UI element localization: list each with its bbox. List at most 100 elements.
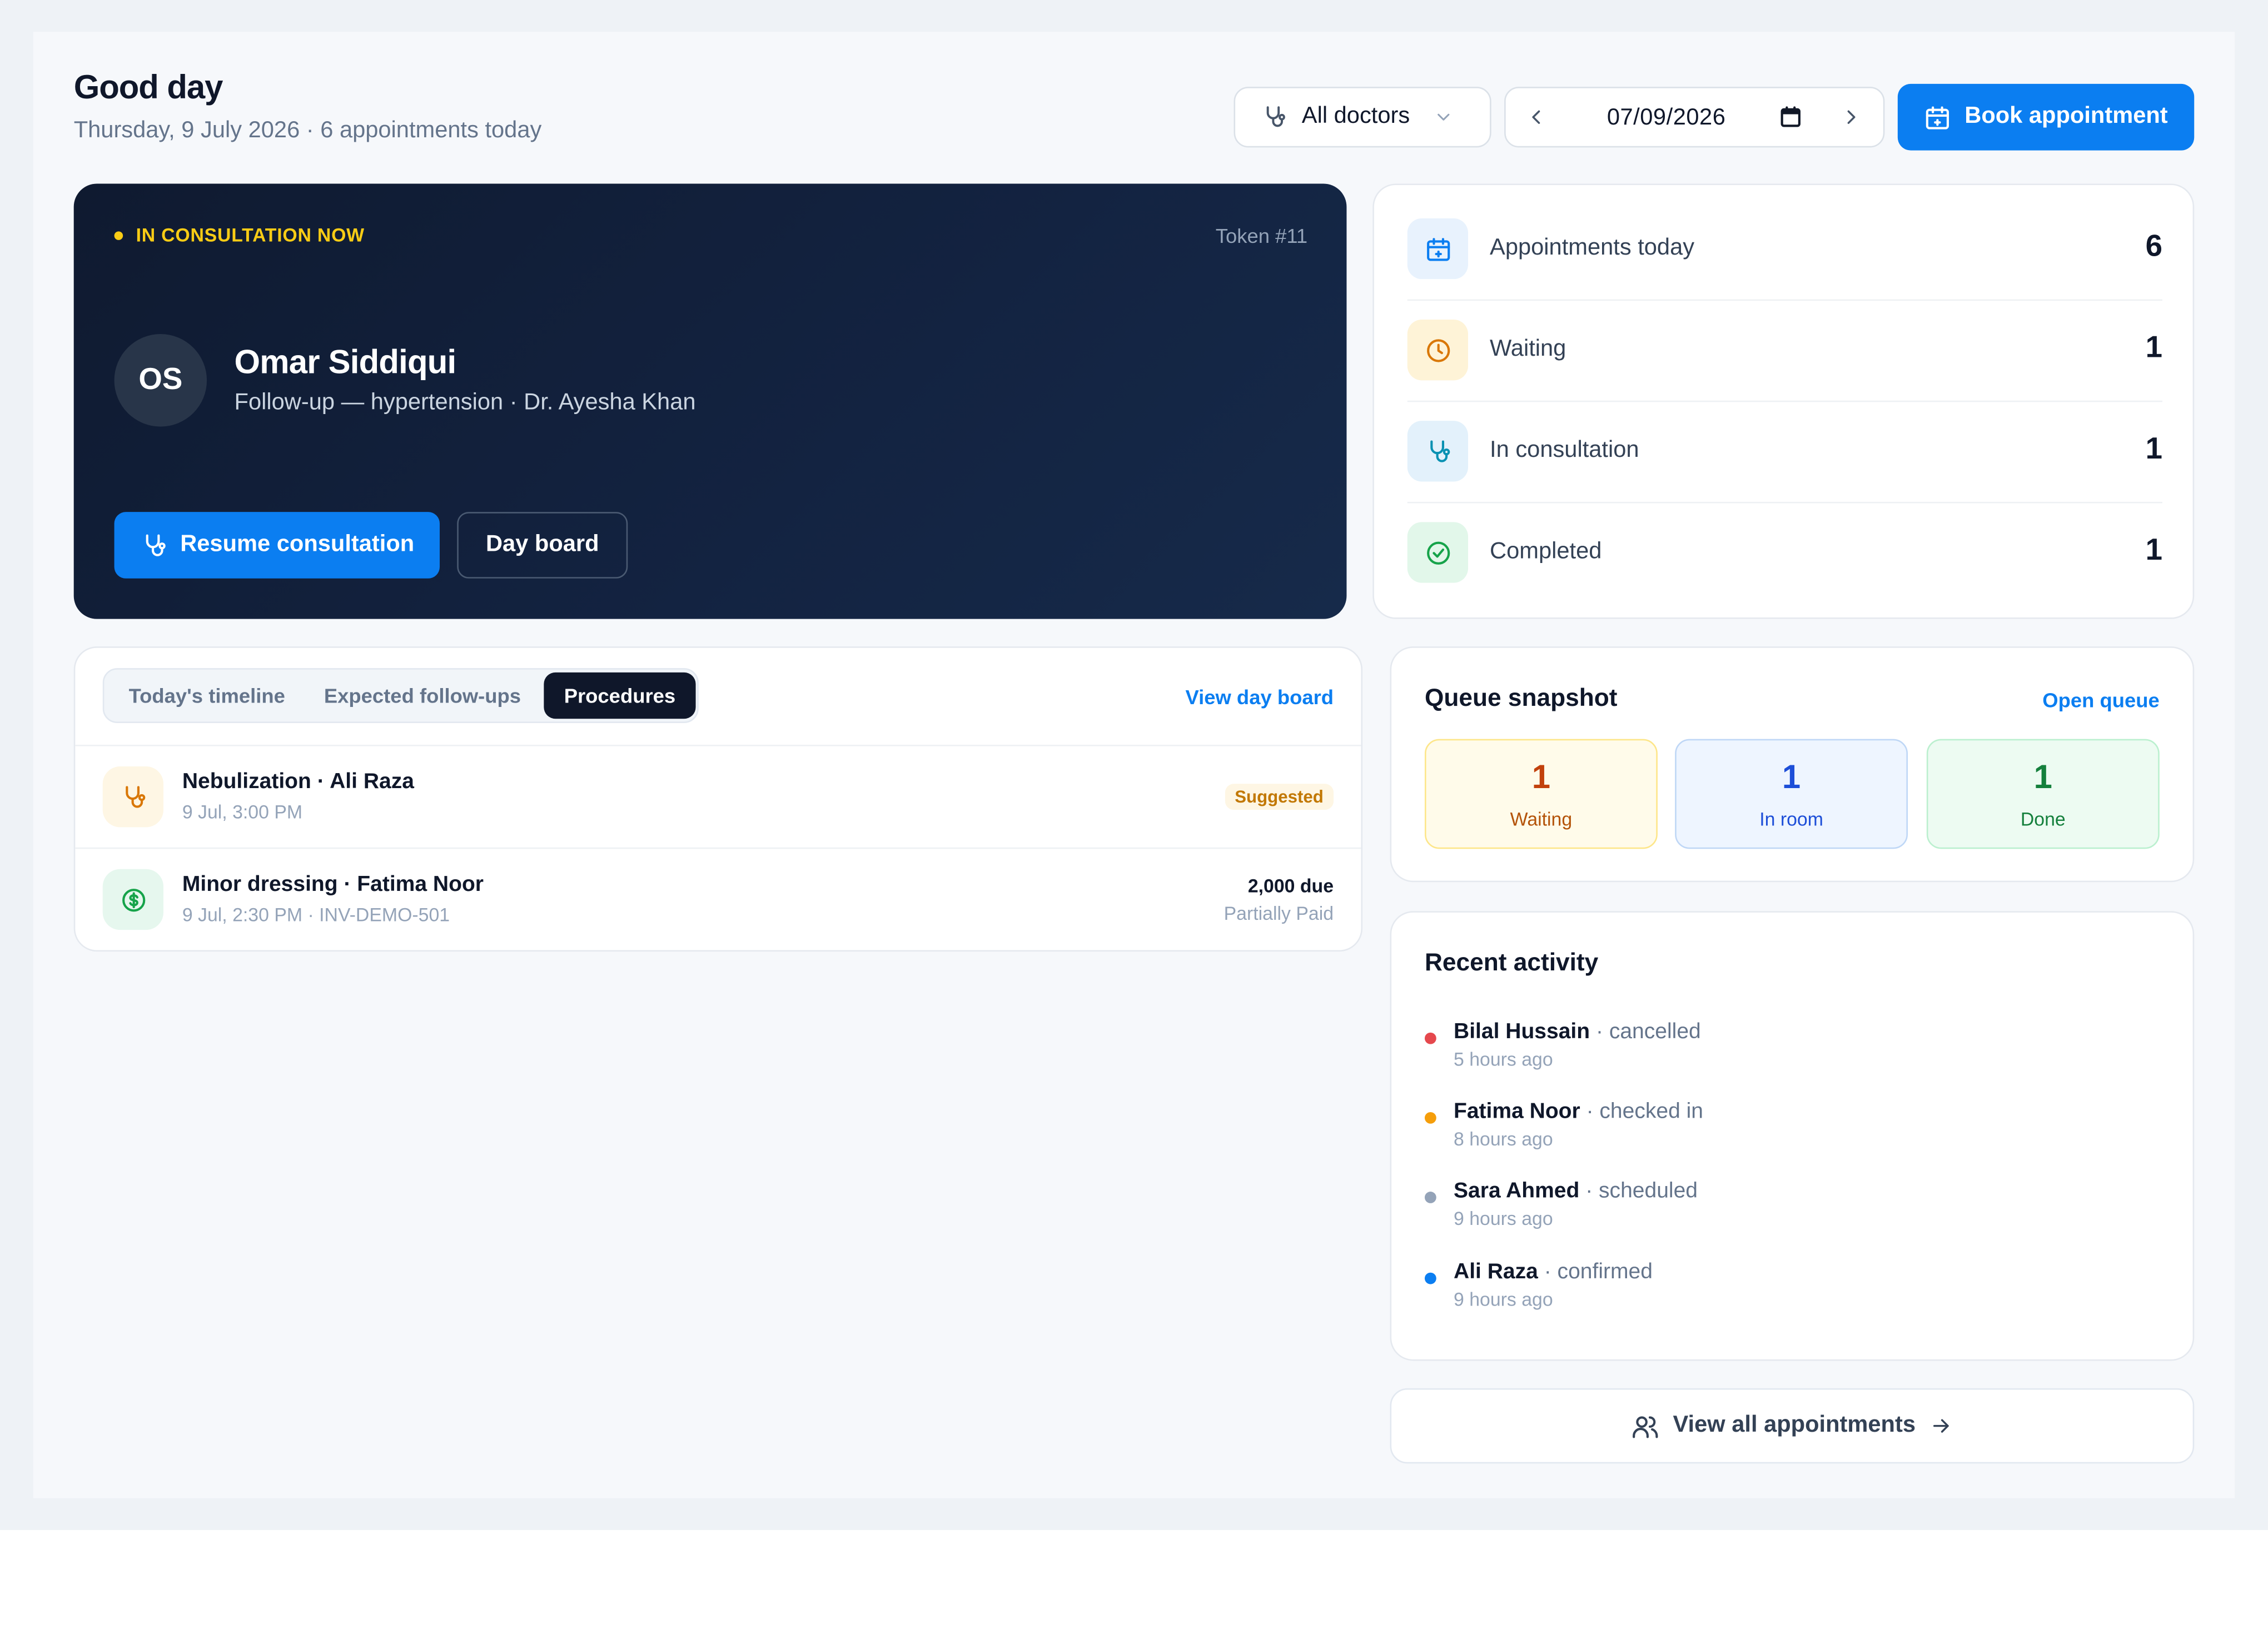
stat-row-waiting: Waiting 1 bbox=[1407, 300, 2162, 402]
chevron-left-icon[interactable] bbox=[1525, 106, 1548, 129]
queue-count: 1 bbox=[1782, 758, 1801, 796]
activity-action: · confirmed bbox=[1544, 1259, 1653, 1284]
status-dot bbox=[1424, 1272, 1436, 1284]
date-value: 07/09/2026 bbox=[1606, 105, 1726, 131]
procedures-card: Today's timeline Expected follow-ups Pro… bbox=[73, 646, 1363, 952]
stethoscope-icon bbox=[1261, 104, 1287, 130]
status-dot bbox=[1424, 1032, 1436, 1044]
chevron-right-icon[interactable] bbox=[1840, 106, 1863, 129]
status-dot bbox=[1424, 1192, 1436, 1203]
activity-time: 5 hours ago bbox=[1454, 1048, 1553, 1070]
list-item[interactable]: Minor dressing · Fatima Noor 9 Jul, 2:30… bbox=[75, 847, 1361, 951]
activity-name: Bilal Hussain bbox=[1454, 1019, 1590, 1044]
procedure-time: 9 Jul, 3:00 PM bbox=[182, 801, 303, 823]
status-dot bbox=[1424, 1112, 1436, 1124]
users-icon bbox=[1631, 1412, 1658, 1439]
recent-activity-card: Recent activity Bilal Hussain · cancelle… bbox=[1390, 911, 2195, 1361]
activity-time: 9 hours ago bbox=[1454, 1207, 1553, 1229]
consultation-detail: Follow-up — hypertension · Dr. Ayesha Kh… bbox=[234, 390, 696, 415]
activity-line: Fatima Noor · checked in bbox=[1454, 1099, 1703, 1124]
resume-consultation-label: Resume consultation bbox=[180, 532, 415, 557]
tab-bar: Today's timeline Expected follow-ups Pro… bbox=[102, 668, 699, 723]
status-badge: Suggested bbox=[1224, 784, 1334, 810]
calendar-plus-icon bbox=[1407, 218, 1469, 280]
stethoscope-icon bbox=[140, 531, 167, 559]
queue-label: Done bbox=[2020, 808, 2066, 830]
stat-value: 1 bbox=[2145, 534, 2162, 567]
activity-action: · scheduled bbox=[1585, 1178, 1698, 1203]
activity-line: Bilal Hussain · cancelled bbox=[1454, 1019, 1701, 1044]
queue-title: Queue snapshot bbox=[1424, 684, 1618, 712]
token-number: Token #11 bbox=[1215, 224, 1308, 247]
queue-box-in-room: 1 In room bbox=[1675, 739, 1908, 849]
stat-row-in-consultation: In consultation 1 bbox=[1407, 401, 2162, 504]
resume-consultation-button[interactable]: Resume consultation bbox=[114, 512, 440, 579]
view-all-appointments-button[interactable]: View all appointments bbox=[1390, 1388, 2195, 1464]
arrow-right-icon bbox=[1930, 1414, 1953, 1438]
stat-value: 6 bbox=[2145, 230, 2162, 263]
current-consultation-card: IN CONSULTATION NOW Token #11 OS Omar Si… bbox=[73, 183, 1347, 619]
activity-name: Fatima Noor bbox=[1454, 1099, 1580, 1124]
procedure-title: Nebulization · Ali Raza bbox=[182, 769, 414, 794]
tab-todays-timeline[interactable]: Today's timeline bbox=[129, 670, 285, 722]
queue-label: In room bbox=[1759, 808, 1823, 830]
app-root: Good day Thursday, 9 July 2026 · 6 appoi… bbox=[0, 0, 2268, 1634]
open-queue-link[interactable]: Open queue bbox=[2042, 689, 2160, 712]
patient-name: Omar Siddiqui bbox=[234, 342, 457, 381]
list-item: Ali Raza · confirmed 9 hours ago bbox=[1424, 1259, 2148, 1317]
date-input[interactable]: 07/09/2026 bbox=[1569, 94, 1829, 143]
queue-label: Waiting bbox=[1510, 808, 1573, 830]
list-item: Bilal Hussain · cancelled 5 hours ago bbox=[1424, 1019, 2148, 1077]
chevron-down-icon bbox=[1433, 107, 1453, 127]
doctor-filter-label: All doctors bbox=[1301, 104, 1410, 129]
page-subtitle: Thursday, 9 July 2026 · 6 appointments t… bbox=[73, 118, 542, 143]
date-picker-group: 07/09/2026 bbox=[1504, 87, 1885, 148]
amount-due: 2,000 due bbox=[1247, 875, 1334, 897]
view-day-board-link[interactable]: View day board bbox=[1185, 685, 1334, 709]
stat-label: In consultation bbox=[1490, 438, 1639, 463]
day-board-button[interactable]: Day board bbox=[457, 512, 628, 579]
stat-label: Completed bbox=[1490, 539, 1602, 564]
queue-snapshot-card: Queue snapshot Open queue 1 Waiting 1 In… bbox=[1390, 646, 2195, 883]
activity-name: Ali Raza bbox=[1454, 1259, 1538, 1284]
activity-line: Ali Raza · confirmed bbox=[1454, 1259, 1653, 1284]
activity-time: 9 hours ago bbox=[1454, 1288, 1553, 1311]
queue-count: 1 bbox=[2033, 758, 2052, 796]
activity-action: · cancelled bbox=[1595, 1019, 1701, 1044]
list-item: Sara Ahmed · scheduled 9 hours ago bbox=[1424, 1179, 2148, 1237]
consultation-status: IN CONSULTATION NOW bbox=[136, 224, 365, 246]
tab-expected-follow-ups[interactable]: Expected follow-ups bbox=[324, 670, 521, 722]
queue-box-done: 1 Done bbox=[1926, 739, 2160, 849]
activity-name: Sara Ahmed bbox=[1454, 1178, 1580, 1203]
stethoscope-icon bbox=[1407, 421, 1469, 482]
tab-procedures[interactable]: Procedures bbox=[544, 672, 696, 719]
queue-count: 1 bbox=[1531, 758, 1551, 796]
avatar: OS bbox=[114, 334, 207, 427]
payment-status: Partially Paid bbox=[1223, 902, 1334, 924]
page-title: Good day bbox=[73, 68, 223, 106]
doctor-filter-select[interactable]: All doctors bbox=[1234, 87, 1491, 148]
stat-label: Appointments today bbox=[1490, 236, 1695, 261]
activity-line: Sara Ahmed · scheduled bbox=[1454, 1179, 1698, 1203]
book-appointment-button[interactable]: Book appointment bbox=[1897, 83, 2195, 151]
dollar-circle-icon bbox=[102, 869, 164, 930]
clock-icon bbox=[1407, 320, 1469, 381]
queue-box-waiting: 1 Waiting bbox=[1424, 739, 1658, 849]
activity-title: Recent activity bbox=[1424, 948, 1599, 977]
procedure-title: Minor dressing · Fatima Noor bbox=[182, 872, 484, 897]
check-circle-icon bbox=[1407, 522, 1469, 583]
calendar-plus-icon bbox=[1924, 103, 1951, 131]
stat-value: 1 bbox=[2145, 331, 2162, 365]
stethoscope-icon bbox=[102, 766, 164, 828]
book-appointment-label: Book appointment bbox=[1964, 104, 2168, 129]
stat-row-completed: Completed 1 bbox=[1407, 502, 2162, 603]
stat-label: Waiting bbox=[1490, 337, 1566, 362]
calendar-icon[interactable] bbox=[1779, 106, 1802, 136]
stats-card: Appointments today 6 Waiting 1 In consul… bbox=[1372, 183, 2195, 619]
list-item[interactable]: Nebulization · Ali Raza 9 Jul, 3:00 PM S… bbox=[75, 745, 1361, 849]
activity-action: · checked in bbox=[1586, 1099, 1704, 1124]
status-dot bbox=[114, 231, 123, 240]
stat-row-appointments: Appointments today 6 bbox=[1407, 198, 2162, 301]
activity-time: 8 hours ago bbox=[1454, 1128, 1553, 1150]
procedure-time: 9 Jul, 2:30 PM · INV-DEMO-501 bbox=[182, 904, 450, 926]
